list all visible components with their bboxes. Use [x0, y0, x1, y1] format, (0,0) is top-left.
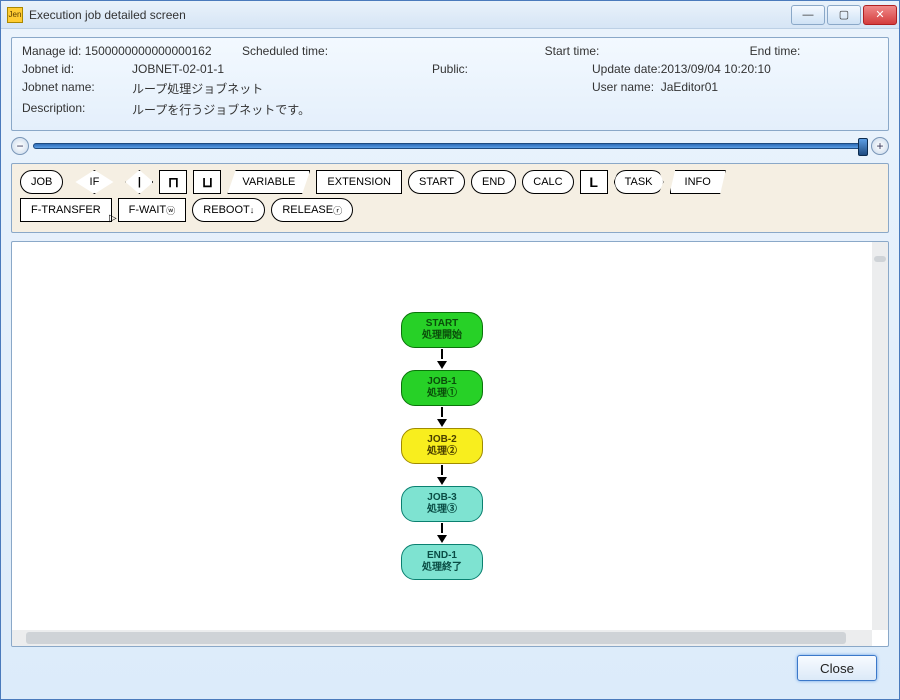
flow-connector [437, 407, 447, 427]
palette-fwait[interactable]: F-WAITⓦ [118, 198, 187, 222]
node-palette: JOB IF | ⊓ ⊔ VARIABLE EXTENSION START EN… [11, 163, 889, 233]
jobnet-name-label: Jobnet name: [22, 80, 95, 97]
palette-variable[interactable]: VARIABLE [227, 170, 310, 194]
titlebar[interactable]: Jen Execution job detailed screen — ▢ ✕ [1, 1, 899, 29]
flow-canvas-inner[interactable]: START処理開始 JOB-1処理① JOB-2処理② JOB-3処理③ END-1処理… [12, 242, 872, 630]
scheduled-time-label: Scheduled time: [242, 44, 328, 58]
flow-connector [437, 349, 447, 369]
palette-job[interactable]: JOB [20, 170, 63, 194]
description-label: Description: [22, 101, 85, 118]
flow-node-end-1[interactable]: END-1処理終了 [401, 544, 483, 580]
palette-calc[interactable]: CALC [522, 170, 573, 194]
palette-info[interactable]: INFO [670, 170, 726, 194]
footer: Close [11, 647, 889, 689]
app-window: Jen Execution job detailed screen — ▢ ✕ … [0, 0, 900, 700]
slider-plus-button[interactable]: + [871, 137, 889, 155]
slider-thumb[interactable] [858, 138, 868, 156]
info-panel: Manage id: 1500000000000000162 Scheduled… [11, 37, 889, 131]
window-close-button[interactable]: ✕ [863, 5, 897, 25]
horizontal-scrollbar[interactable] [12, 630, 872, 646]
user-name-value: JaEditor01 [661, 80, 718, 97]
description-value: ループを行うジョブネットです。 [132, 101, 310, 118]
flow-node-job-1[interactable]: JOB-1処理① [401, 370, 483, 406]
palette-loop-icon[interactable]: L [580, 170, 608, 194]
palette-release[interactable]: RELEASEⓡ [271, 198, 353, 222]
manage-id-label: Manage id: [22, 44, 81, 58]
slider-track[interactable] [33, 143, 867, 149]
jobnet-id-label: Jobnet id: [22, 62, 74, 76]
palette-branch-icon[interactable]: | [125, 170, 153, 194]
palette-join-icon[interactable]: ⊔ [193, 170, 221, 194]
end-time-label: End time: [750, 44, 801, 58]
start-time-label: Start time: [545, 44, 600, 58]
content-area: Manage id: 1500000000000000162 Scheduled… [1, 29, 899, 699]
window-title: Execution job detailed screen [29, 8, 791, 22]
palette-end[interactable]: END [471, 170, 516, 194]
user-name-label: User name: [592, 80, 654, 97]
palette-if[interactable]: IF [69, 170, 119, 194]
palette-task[interactable]: TASK [614, 170, 664, 194]
flow-node-job-2[interactable]: JOB-2処理② [401, 428, 483, 464]
vertical-scrollbar[interactable] [872, 242, 888, 630]
jobnet-name-value: ループ処理ジョブネット [132, 80, 263, 97]
flow-node-start[interactable]: START処理開始 [401, 312, 483, 348]
palette-start[interactable]: START [408, 170, 465, 194]
flow-connector [437, 465, 447, 485]
palette-extension[interactable]: EXTENSION [316, 170, 402, 194]
palette-ftransfer[interactable]: F-TRANSFER▷ [20, 198, 112, 222]
window-buttons: — ▢ ✕ [791, 5, 897, 25]
update-date-value: 2013/09/04 10:20:10 [661, 62, 771, 76]
flow-canvas[interactable]: START処理開始 JOB-1処理① JOB-2処理② JOB-3処理③ END-1処理… [11, 241, 889, 647]
update-date-label: Update date: [592, 62, 661, 76]
flow-diagram: START処理開始 JOB-1処理① JOB-2処理② JOB-3処理③ END-1処理… [401, 312, 483, 580]
flow-connector [437, 523, 447, 543]
slider-minus-button[interactable]: − [11, 137, 29, 155]
palette-fork-icon[interactable]: ⊓ [159, 170, 187, 194]
public-label: Public: [432, 62, 468, 76]
jobnet-id-value: JOBNET-02-01-1 [132, 62, 224, 76]
minimize-button[interactable]: — [791, 5, 825, 25]
maximize-button[interactable]: ▢ [827, 5, 861, 25]
app-icon: Jen [7, 7, 23, 23]
palette-reboot[interactable]: REBOOT↓ [192, 198, 265, 222]
flow-node-job-3[interactable]: JOB-3処理③ [401, 486, 483, 522]
arrow-icon: ▷ [109, 213, 117, 224]
manage-id-value: 1500000000000000162 [85, 44, 212, 58]
timeline-slider[interactable]: − + [11, 137, 889, 155]
close-button[interactable]: Close [797, 655, 877, 681]
